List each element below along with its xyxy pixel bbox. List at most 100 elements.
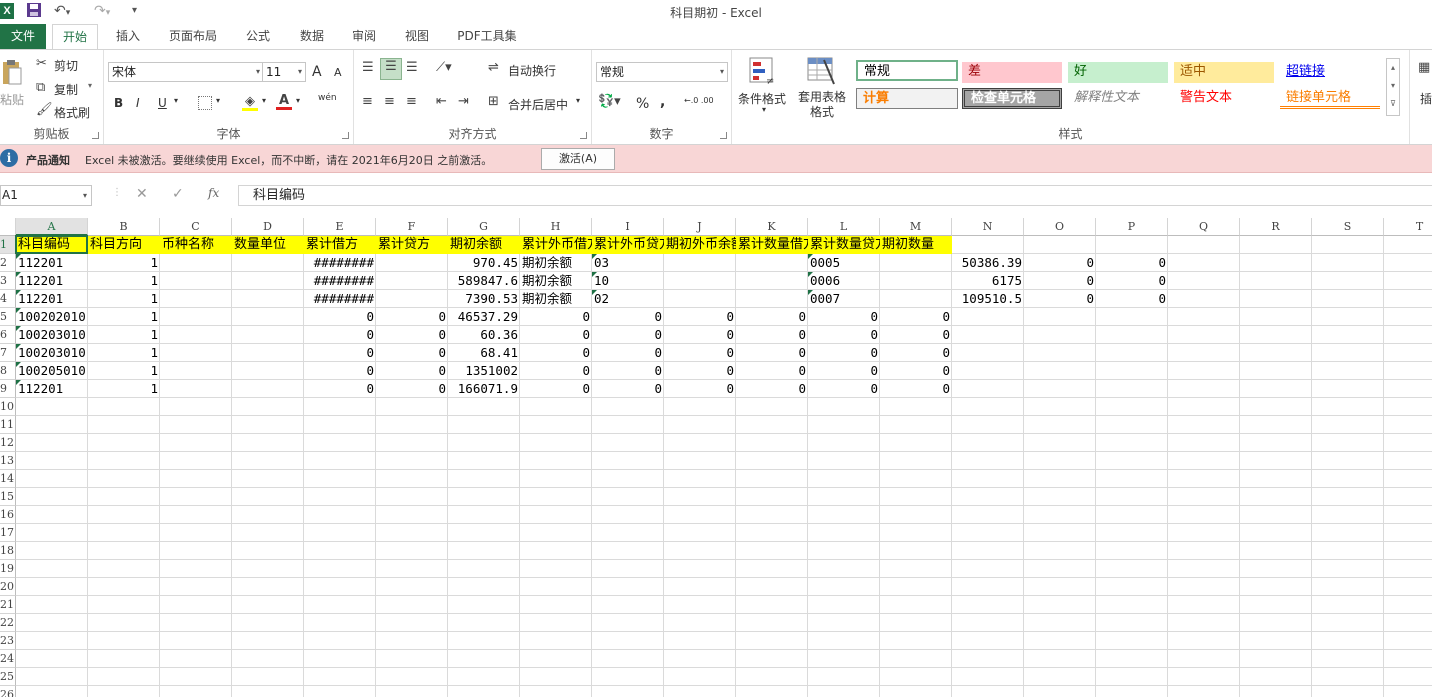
- table-cell[interactable]: ########: [304, 254, 376, 272]
- activate-button[interactable]: 激活(A): [541, 148, 615, 170]
- font-color-dropdown-icon[interactable]: ▾: [296, 96, 300, 105]
- table-cell[interactable]: 970.45: [448, 254, 520, 272]
- font-size-select[interactable]: 11 ▾: [262, 62, 306, 82]
- table-cell[interactable]: 0: [808, 362, 880, 380]
- row-header[interactable]: 5: [0, 308, 16, 326]
- copy-dropdown-icon[interactable]: ▾: [88, 81, 92, 90]
- header-cell[interactable]: 科目方向: [88, 236, 160, 254]
- row-header[interactable]: 14: [0, 470, 16, 488]
- table-cell[interactable]: 0: [1024, 272, 1096, 290]
- style-warning[interactable]: 警告文本: [1174, 88, 1274, 109]
- table-cell[interactable]: 0: [808, 344, 880, 362]
- style-linked-cell[interactable]: 链接单元格: [1280, 88, 1380, 109]
- row-header[interactable]: 10: [0, 398, 16, 416]
- table-cell[interactable]: 0: [808, 326, 880, 344]
- style-neutral[interactable]: 适中: [1174, 62, 1274, 83]
- phonetic-icon[interactable]: wén: [318, 93, 337, 103]
- table-cell[interactable]: 0: [376, 326, 448, 344]
- column-header-q[interactable]: Q: [1168, 218, 1240, 236]
- table-cell[interactable]: 0: [376, 308, 448, 326]
- name-box[interactable]: A1 ▾: [0, 185, 92, 206]
- font-color-icon[interactable]: A: [276, 93, 292, 110]
- increase-decimal-button[interactable]: ←.0 .00: [684, 96, 714, 105]
- bold-button[interactable]: B: [114, 96, 123, 110]
- row-header[interactable]: 15: [0, 488, 16, 506]
- table-cell[interactable]: 0: [880, 326, 952, 344]
- table-cell[interactable]: 0: [1024, 254, 1096, 272]
- column-header-o[interactable]: O: [1024, 218, 1096, 236]
- table-cell[interactable]: 0: [1096, 290, 1168, 308]
- header-cell[interactable]: 期初余额: [448, 236, 520, 254]
- table-cell[interactable]: ########: [304, 290, 376, 308]
- clipboard-launcher-icon[interactable]: [92, 132, 99, 139]
- table-cell[interactable]: 0005: [808, 254, 880, 272]
- header-cell[interactable]: 数量单位: [232, 236, 304, 254]
- tab-formulas[interactable]: 公式: [236, 24, 280, 49]
- number-launcher-icon[interactable]: [720, 132, 727, 139]
- increase-font-button[interactable]: A: [312, 64, 322, 80]
- table-cell[interactable]: 589847.6: [448, 272, 520, 290]
- comma-button[interactable]: ,: [660, 94, 665, 110]
- table-cell[interactable]: 0: [304, 308, 376, 326]
- table-cell[interactable]: 112201: [16, 380, 88, 398]
- row-header[interactable]: 22: [0, 614, 16, 632]
- column-header-d[interactable]: D: [232, 218, 304, 236]
- column-header-j[interactable]: J: [664, 218, 736, 236]
- increase-indent-icon[interactable]: ⇥: [458, 94, 469, 110]
- row-header[interactable]: 26: [0, 686, 16, 697]
- insert-cells-icon[interactable]: ▦: [1418, 60, 1430, 76]
- tab-data[interactable]: 数据: [290, 24, 334, 49]
- column-header-r[interactable]: R: [1240, 218, 1312, 236]
- cut-button[interactable]: 剪切: [54, 57, 78, 74]
- table-cell[interactable]: 0: [520, 344, 592, 362]
- table-cell[interactable]: 0: [880, 380, 952, 398]
- table-cell[interactable]: 期初余额: [520, 254, 592, 272]
- row-header[interactable]: 16: [0, 506, 16, 524]
- column-header-n[interactable]: N: [952, 218, 1024, 236]
- row-header[interactable]: 24: [0, 650, 16, 668]
- table-cell[interactable]: 60.36: [448, 326, 520, 344]
- table-cell[interactable]: 1: [88, 326, 160, 344]
- header-cell[interactable]: 累计外币借方: [520, 236, 592, 254]
- row-header[interactable]: 20: [0, 578, 16, 596]
- header-cell[interactable]: 期初数量: [880, 236, 952, 254]
- select-all-corner[interactable]: [0, 218, 16, 236]
- tab-page-layout[interactable]: 页面布局: [160, 24, 226, 49]
- paste-button[interactable]: 粘贴: [0, 91, 24, 108]
- accounting-format-icon[interactable]: 💱▾: [598, 94, 621, 110]
- underline-button[interactable]: U: [158, 96, 167, 110]
- table-cell[interactable]: 166071.9: [448, 380, 520, 398]
- table-cell[interactable]: 1351002: [448, 362, 520, 380]
- row-header[interactable]: 2: [0, 254, 16, 272]
- style-check-cell[interactable]: 检查单元格: [962, 88, 1062, 109]
- table-cell[interactable]: 0: [1096, 254, 1168, 272]
- row-header[interactable]: 3: [0, 272, 16, 290]
- merge-dropdown-icon[interactable]: ▾: [576, 96, 580, 105]
- column-header-a[interactable]: A: [16, 218, 88, 236]
- table-cell[interactable]: 03: [592, 254, 664, 272]
- row-header[interactable]: 8: [0, 362, 16, 380]
- table-cell[interactable]: 0006: [808, 272, 880, 290]
- column-header-h[interactable]: H: [520, 218, 592, 236]
- table-cell[interactable]: 100203010: [16, 344, 88, 362]
- table-cell[interactable]: 112201: [16, 290, 88, 308]
- table-cell[interactable]: 0: [880, 362, 952, 380]
- table-cell[interactable]: 1: [88, 380, 160, 398]
- table-cell[interactable]: 50386.39: [952, 254, 1024, 272]
- table-cell[interactable]: 0: [736, 362, 808, 380]
- table-cell[interactable]: 0: [664, 380, 736, 398]
- table-cell[interactable]: 0: [520, 308, 592, 326]
- header-cell[interactable]: 累计数量贷方: [808, 236, 880, 254]
- column-header-e[interactable]: E: [304, 218, 376, 236]
- row-header[interactable]: 4: [0, 290, 16, 308]
- table-cell[interactable]: 100205010: [16, 362, 88, 380]
- row-header[interactable]: 21: [0, 596, 16, 614]
- align-center-icon[interactable]: ≡: [384, 94, 395, 110]
- style-hyperlink[interactable]: 超链接: [1280, 62, 1380, 83]
- table-cell[interactable]: 0: [304, 362, 376, 380]
- table-cell[interactable]: 0007: [808, 290, 880, 308]
- border-icon[interactable]: [198, 96, 212, 110]
- column-header-s[interactable]: S: [1312, 218, 1384, 236]
- column-header-g[interactable]: G: [448, 218, 520, 236]
- header-cell[interactable]: 累计数量借方: [736, 236, 808, 254]
